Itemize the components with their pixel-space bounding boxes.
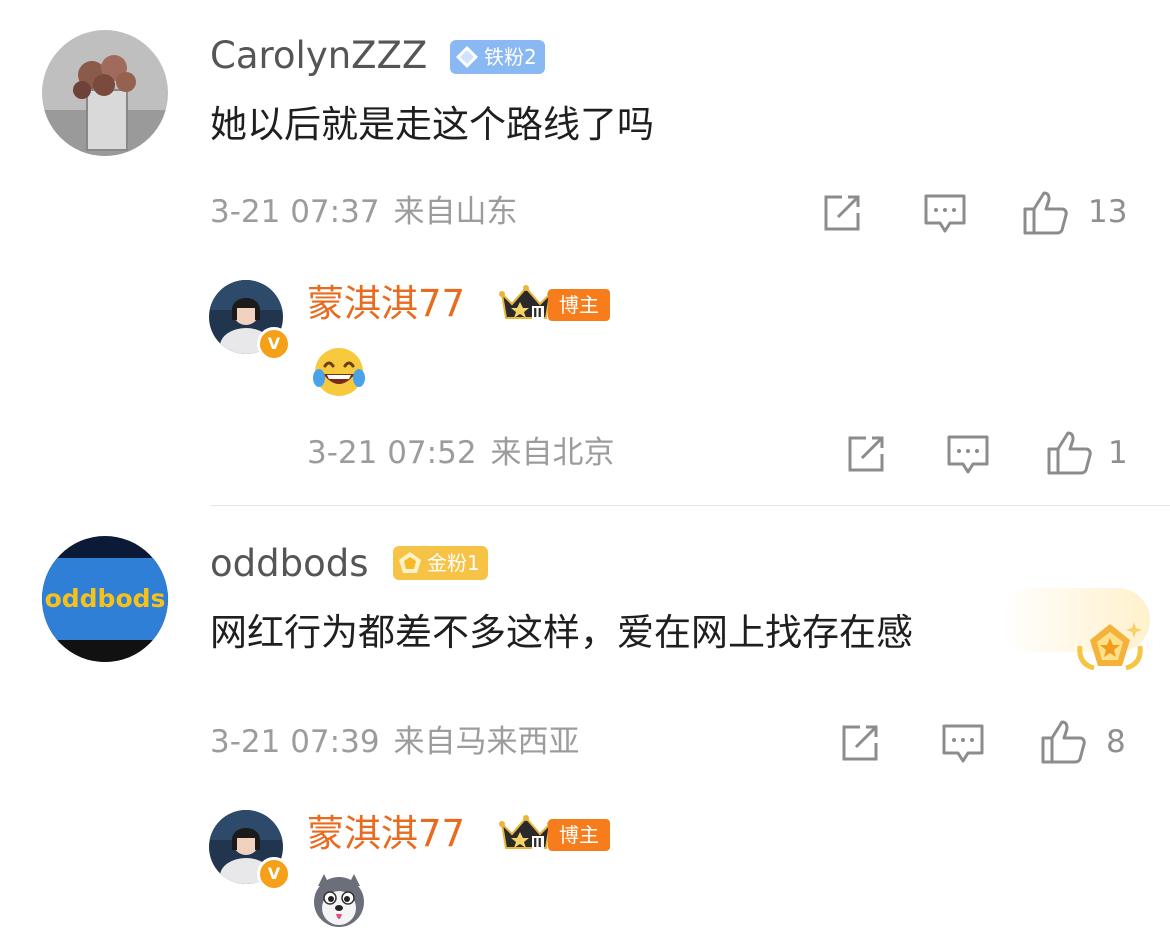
blogger-tag: 博主 (548, 819, 610, 851)
crown-icon (499, 815, 553, 850)
comment-location: 来自马来西亚 (393, 724, 580, 760)
comment-date: 3-21 07:37 (210, 194, 380, 230)
reply-date: 3-21 07:52 (307, 435, 477, 471)
share-icon[interactable] (840, 723, 882, 763)
comment-text: 网红行为都差不多这样，爱在网上找存在感 (210, 611, 913, 654)
comment-icon[interactable] (946, 434, 990, 476)
comment-date: 3-21 07:39 (210, 724, 380, 760)
blogger-tag: 博主 (548, 289, 610, 321)
comment-location: 来自山东 (393, 194, 518, 230)
fan-badge[interactable]: 金粉1 (393, 546, 488, 580)
fan-badge[interactable]: 铁粉2 (450, 40, 545, 74)
reply-meta: 3-21 07:52 来自北京 (307, 438, 615, 469)
husky-dog-emoji (314, 874, 364, 927)
like-icon[interactable] (1046, 430, 1094, 476)
laughing-tears-emoji (313, 348, 365, 396)
crown-icon (499, 285, 553, 320)
reply-username[interactable]: 蒙淇淇77 (307, 285, 465, 322)
avatar[interactable] (42, 30, 168, 156)
like-icon[interactable] (1040, 719, 1088, 765)
verified-badge: V (257, 327, 291, 361)
pentagon-gem-icon (399, 552, 421, 573)
comment-item: CarolynZZZ 铁粉2 她以后就是走这个路线了吗 3-21 07:37 来自… (0, 0, 1170, 505)
comment-meta: 3-21 07:37 来自山东 (210, 197, 518, 228)
comment-item: oddbods oddbods 金粉1 网红行为都差不多这样，爱在网上找存在感 … (0, 506, 1170, 932)
crown-level: II (533, 836, 542, 850)
reply-username[interactable]: 蒙淇淇77 (307, 815, 465, 852)
gold-medal-icon (1077, 622, 1143, 671)
comment-icon[interactable] (941, 723, 985, 765)
verified-badge: V (257, 857, 291, 891)
like-count: 8 (1106, 724, 1126, 760)
reply-location: 来自北京 (490, 435, 615, 471)
username[interactable]: oddbods (210, 545, 369, 582)
like-count: 13 (1088, 194, 1128, 230)
diamond-icon (456, 46, 478, 68)
comment-text: 她以后就是走这个路线了吗 (210, 103, 654, 146)
avatar[interactable]: oddbods (42, 536, 168, 662)
username[interactable]: CarolynZZZ (210, 37, 427, 74)
fan-badge-label: 金粉1 (427, 551, 480, 575)
like-icon[interactable] (1022, 190, 1070, 236)
share-icon[interactable] (846, 434, 888, 474)
share-icon[interactable] (822, 193, 864, 233)
comment-icon[interactable] (923, 193, 967, 235)
like-count: 1 (1108, 435, 1128, 471)
fan-badge-label: 铁粉2 (484, 45, 537, 69)
avatar-logo-text: oddbods (44, 584, 166, 613)
comment-meta: 3-21 07:39 来自马来西亚 (210, 727, 580, 758)
crown-level: II (533, 306, 542, 320)
